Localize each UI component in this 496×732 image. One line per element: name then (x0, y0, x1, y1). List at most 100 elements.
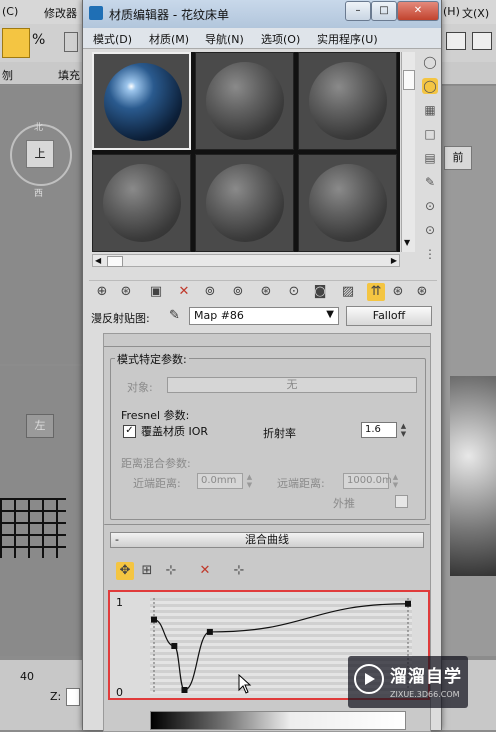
minimize-button[interactable]: – (345, 1, 371, 21)
mouse-cursor-icon (238, 674, 252, 694)
move-point-icon[interactable]: ✥ (116, 562, 134, 580)
assign-to-selection-icon[interactable]: ▣ (147, 283, 165, 301)
map-type-button[interactable]: Falloff (346, 306, 432, 326)
pick-material-icon[interactable]: ⊛ (413, 283, 431, 301)
insert-point-icon[interactable]: ⊹ (162, 562, 180, 580)
extrapolate-checkbox[interactable] (395, 495, 408, 508)
object-pick-button[interactable]: 无 (167, 377, 417, 393)
put-to-scene-icon[interactable]: ⊛ (117, 283, 135, 301)
map-name-field[interactable]: Map #86 ▼ (189, 307, 339, 325)
close-button[interactable]: ✕ (397, 1, 439, 21)
near-distance-field[interactable]: 0.0mm (197, 473, 243, 489)
scroll-down-icon[interactable]: ▼ (404, 238, 410, 247)
scroll-thumb[interactable] (107, 256, 123, 267)
distance-blend-header: 距离混合参数: (121, 457, 191, 470)
make-preview-icon[interactable]: ✎ (422, 174, 438, 190)
magnet-snap-icon[interactable] (2, 28, 30, 58)
slots-horizontal-scrollbar[interactable]: ◀ ▶ (92, 254, 400, 267)
mix-curve-rollout-header[interactable]: - 混合曲线 (110, 532, 424, 548)
sample-slots (92, 52, 400, 252)
bg-menu-item[interactable]: 修改器 (44, 5, 77, 21)
sample-slot[interactable] (195, 52, 294, 150)
viewcube-top[interactable]: 上 (26, 140, 54, 168)
show-end-result-icon[interactable]: ▨ (339, 283, 357, 301)
show-shaded-map-icon[interactable]: ◙ (311, 283, 329, 301)
sample-uv-icon[interactable]: □ (422, 126, 438, 142)
layout-icon[interactable] (472, 32, 492, 50)
reset-curve-icon[interactable]: ⊹ (230, 562, 248, 580)
rendered-bed-preview (450, 376, 496, 576)
far-distance-spinner[interactable]: ▲ ▼ (391, 473, 400, 489)
layer-icon[interactable] (446, 32, 466, 50)
slots-vertical-scrollbar[interactable]: ▼ (401, 52, 415, 252)
bg-menu-item[interactable]: (C) (2, 5, 18, 18)
compass-south: 西 (34, 189, 44, 199)
reset-map-icon[interactable]: ✕ (175, 283, 193, 301)
ior-spinner[interactable]: ▲ ▼ (399, 422, 408, 438)
go-forward-sibling-icon[interactable]: ⊛ (389, 283, 407, 301)
delete-point-icon[interactable]: ✕ (196, 562, 214, 580)
sample-slot[interactable] (298, 154, 397, 252)
sample-slot[interactable] (92, 154, 191, 252)
override-ior-checkbox[interactable]: ✓ (123, 425, 136, 438)
viewport-front[interactable]: 前 (440, 86, 496, 656)
collapse-icon[interactable]: - (115, 533, 119, 547)
bg-menu-item[interactable]: (H) (443, 5, 460, 18)
far-distance-field[interactable]: 1000.0m (343, 473, 392, 489)
menu-mode[interactable]: 模式(D) (93, 31, 132, 47)
material-navigator-icon[interactable]: ⋮ (422, 246, 438, 262)
near-distance-label: 近端距离: (133, 477, 181, 490)
menu-utilities[interactable]: 实用程序(U) (317, 31, 378, 47)
side-toolbar: ◯ ◯ ▦ □ ▤ ✎ ⊙ ⊙ ⋮ (420, 52, 440, 272)
scroll-left-icon[interactable]: ◀ (95, 256, 101, 265)
title-bar[interactable]: 材质编辑器 - 花纹床单 – □ ✕ (83, 0, 441, 28)
material-toolbar: ⊕ ⊛ ▣ ✕ ⊚ ⊚ ⊛ ⊙ ◙ ▨ ⇈ ⊛ ⊛ (89, 280, 437, 303)
timeline-value: 40 (20, 670, 34, 683)
go-to-parent-icon[interactable]: ⇈ (367, 283, 385, 301)
sample-type-sphere-icon[interactable]: ◯ (422, 54, 438, 70)
viewport-top[interactable]: 上 北 西 (0, 86, 82, 364)
backlight-icon[interactable]: ◯ (422, 78, 438, 94)
extrapolate-label: 外推 (333, 497, 355, 510)
spinner-snap-icon[interactable] (64, 32, 78, 52)
curve-y-max-label: 1 (116, 596, 123, 609)
percent-snap-icon[interactable]: % (32, 32, 45, 48)
sample-slot[interactable] (92, 52, 191, 150)
select-by-material-icon[interactable]: ⊙ (422, 222, 438, 238)
mode-specific-header: 模式特定参数: (115, 351, 189, 367)
viewcube-left[interactable]: 左 (26, 414, 54, 438)
sample-slot[interactable] (195, 154, 294, 252)
maximize-button[interactable]: □ (371, 1, 397, 21)
ior-field[interactable]: 1.6 (361, 422, 397, 438)
make-unique-icon[interactable]: ⊚ (229, 283, 247, 301)
scroll-thumb[interactable] (403, 70, 415, 90)
menu-material[interactable]: 材质(M) (149, 31, 189, 47)
options-icon[interactable]: ⊙ (422, 198, 438, 214)
pick-material-from-object-icon[interactable]: ✎ (169, 308, 180, 323)
ribbon-tab[interactable]: 填充 (58, 67, 80, 83)
scale-point-icon[interactable]: ⊞ (138, 562, 156, 580)
background-checker-icon[interactable]: ▦ (422, 102, 438, 118)
sample-sphere (309, 164, 387, 242)
sample-slot[interactable] (298, 52, 397, 150)
video-color-check-icon[interactable]: ▤ (422, 150, 438, 166)
menu-navigation[interactable]: 导航(N) (205, 31, 244, 47)
sample-sphere-glass (104, 63, 182, 141)
copy-material-icon[interactable]: ⊚ (201, 283, 219, 301)
z-coord-field[interactable] (66, 688, 80, 706)
put-to-library-icon[interactable]: ⊛ (257, 283, 275, 301)
compass-north: 北 (34, 123, 44, 133)
max-material-editor-icon (89, 6, 103, 20)
near-distance-spinner[interactable]: ▲ ▼ (245, 473, 254, 489)
menu-options[interactable]: 选项(O) (261, 31, 300, 47)
scroll-right-icon[interactable]: ▶ (391, 256, 397, 265)
viewcube-front[interactable]: 前 (444, 146, 472, 170)
chevron-down-icon[interactable]: ▼ (326, 309, 334, 320)
viewport-left[interactable]: 左 (0, 366, 82, 656)
bg-menu-item[interactable]: 文(X) (462, 5, 489, 21)
material-id-icon[interactable]: ⊙ (285, 283, 303, 301)
get-material-icon[interactable]: ⊕ (93, 283, 111, 301)
bed-wireframe (0, 498, 66, 558)
ribbon-tab[interactable]: 刎 (2, 67, 13, 83)
curve-y-min-label: 0 (116, 686, 123, 699)
